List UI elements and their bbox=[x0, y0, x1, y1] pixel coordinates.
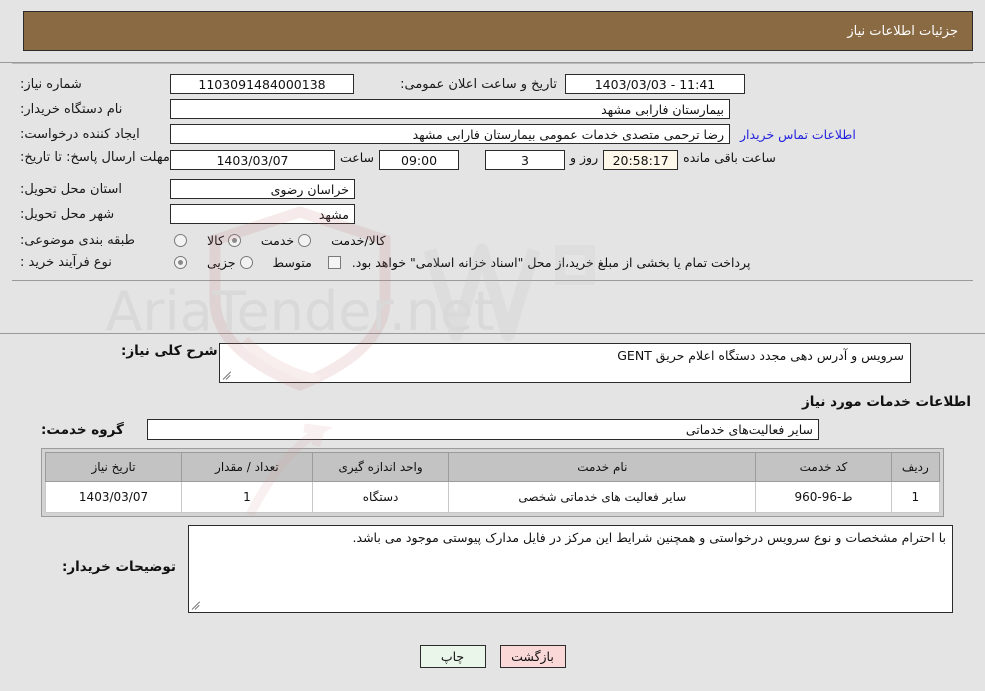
services-heading: اطلاعات خدمات مورد نیاز bbox=[801, 394, 971, 410]
button-bar: بازگشت چاپ bbox=[0, 645, 985, 668]
classification-option-1-label: خدمت bbox=[260, 233, 295, 248]
process-option-1-label: متوسط bbox=[272, 255, 312, 270]
cell-service-code: ط-96-960 bbox=[755, 481, 892, 513]
services-table-wrapper: ردیف کد خدمت نام خدمت واحد اندازه گیری ت… bbox=[41, 448, 944, 517]
general-description-textarea[interactable]: سرویس و آدرس دهی مجدد دستگاه اعلام حریق … bbox=[219, 343, 911, 383]
services-panel: سرویس و آدرس دهی مجدد دستگاه اعلام حریق … bbox=[0, 333, 985, 614]
row-province: خراسان رضوی استان محل تحویل: bbox=[12, 171, 973, 200]
cell-unit: دستگاه bbox=[311, 481, 450, 513]
classification-option-2-label: کالا/خدمت bbox=[331, 233, 386, 248]
row-city: مشهد شهر محل تحویل: bbox=[12, 200, 973, 225]
classification-radio-khedmat[interactable] bbox=[227, 234, 241, 247]
table-row: 1 ط-96-960 سایر فعالیت های خدماتی شخصی د… bbox=[44, 481, 941, 513]
cell-quantity: 1 bbox=[181, 481, 313, 513]
need-number-label: شماره نیاز: bbox=[20, 76, 82, 92]
countdown-suffix: ساعت باقی مانده bbox=[683, 150, 776, 165]
col-header-row-no: ردیف bbox=[890, 452, 941, 482]
treasury-checkbox-label: پرداخت تمام یا بخشی از مبلغ خرید،از محل … bbox=[351, 255, 751, 270]
city-label: شهر محل تحویل: bbox=[20, 206, 115, 222]
row-deadline: ساعت باقی مانده 20:58:17 روز و 3 09:00 س… bbox=[12, 145, 973, 171]
resize-handle-icon bbox=[222, 371, 232, 381]
city-value: مشهد bbox=[170, 204, 355, 224]
print-button[interactable]: چاپ bbox=[419, 645, 486, 668]
announce-datetime-label: تاریخ و ساعت اعلان عمومی: bbox=[400, 76, 557, 92]
deadline-time-value: 09:00 bbox=[379, 150, 460, 170]
row-creator: اطلاعات تماس خریدار رضا ترحمی متصدی خدما… bbox=[12, 120, 973, 145]
page-header: جزئیات اطلاعات نیاز bbox=[23, 11, 973, 51]
announce-datetime-value: 11:41 - 1403/03/03 bbox=[565, 74, 745, 94]
col-header-unit: واحد اندازه گیری bbox=[311, 452, 450, 482]
row-process-type: پرداخت تمام یا بخشی از مبلغ خرید،از محل … bbox=[12, 249, 973, 276]
need-number-value: 1103091484000138 bbox=[170, 74, 354, 94]
province-label: استان محل تحویل: bbox=[20, 181, 122, 197]
process-option-0-label: جزیی bbox=[207, 255, 236, 270]
col-header-service-name: نام خدمت bbox=[448, 452, 757, 482]
resize-handle-icon bbox=[191, 601, 201, 611]
process-label: نوع فرآیند خرید : bbox=[20, 255, 112, 270]
col-header-need-date: تاریخ نیاز bbox=[44, 452, 183, 482]
buyer-org-value: بیمارستان فارابی مشهد bbox=[170, 99, 730, 119]
classification-option-0-label: کالا bbox=[207, 233, 224, 248]
col-header-service-code: کد خدمت bbox=[755, 452, 892, 482]
creator-label: ایجاد کننده درخواست: bbox=[20, 126, 140, 142]
cell-need-date: 1403/03/07 bbox=[44, 481, 183, 513]
creator-value: رضا ترحمی متصدی خدمات عمومی بیمارستان فا… bbox=[170, 124, 730, 144]
deadline-time-label: ساعت bbox=[340, 150, 375, 165]
buyer-contact-link[interactable]: اطلاعات تماس خریدار bbox=[730, 127, 856, 142]
need-info-panel: 11:41 - 1403/03/03 تاریخ و ساعت اعلان عم… bbox=[0, 62, 985, 281]
days-word: روز و bbox=[570, 150, 599, 165]
services-table: ردیف کد خدمت نام خدمت واحد اندازه گیری ت… bbox=[44, 452, 941, 513]
general-description-value: سرویس و آدرس دهی مجدد دستگاه اعلام حریق … bbox=[617, 348, 904, 363]
cell-service-name: سایر فعالیت های خدماتی شخصی bbox=[448, 481, 757, 513]
classification-label: طبقه بندی موضوعی: bbox=[20, 233, 136, 248]
classification-radio-kala-khedmat[interactable] bbox=[298, 234, 312, 247]
days-remaining-value: 3 bbox=[485, 150, 566, 170]
deadline-date-value: 1403/03/07 bbox=[170, 150, 335, 170]
treasury-checkbox[interactable] bbox=[327, 256, 341, 269]
countdown-value: 20:58:17 bbox=[603, 150, 679, 170]
table-header-row: ردیف کد خدمت نام خدمت واحد اندازه گیری ت… bbox=[44, 452, 941, 482]
buyer-org-label: نام دستگاه خریدار: bbox=[20, 101, 123, 117]
col-header-quantity: تعداد / مقدار bbox=[181, 452, 313, 482]
classification-radio-kala[interactable] bbox=[174, 234, 187, 247]
row-need-number: 11:41 - 1403/03/03 تاریخ و ساعت اعلان عم… bbox=[12, 70, 973, 95]
deadline-label: مهلت ارسال پاسخ: تا تاریخ: bbox=[20, 150, 170, 165]
process-radio-jozii[interactable] bbox=[174, 256, 187, 269]
row-description: سرویس و آدرس دهی مجدد دستگاه اعلام حریق … bbox=[12, 342, 973, 384]
row-buyer-notes: با احترام مشخصات و نوع سرویس درخواستی و … bbox=[12, 517, 973, 614]
page-root: AriaTender.net جزئیات اطلاعات نیاز 11:41… bbox=[0, 0, 985, 691]
row-service-group: سایر فعالیت‌های خدماتی گروه خدمت: bbox=[12, 418, 973, 448]
page-title: جزئیات اطلاعات نیاز bbox=[847, 23, 958, 39]
process-radio-motavaset[interactable] bbox=[239, 256, 253, 269]
buyer-notes-label: توضیحات خریدار: bbox=[62, 559, 176, 575]
province-value: خراسان رضوی bbox=[170, 179, 355, 199]
general-description-label: شرح کلی نیاز: bbox=[121, 343, 218, 359]
back-button[interactable]: بازگشت bbox=[499, 645, 566, 668]
row-buyer-org: بیمارستان فارابی مشهد نام دستگاه خریدار: bbox=[12, 95, 973, 120]
cell-row-no: 1 bbox=[890, 481, 941, 513]
service-group-label: گروه خدمت: bbox=[41, 421, 124, 438]
buyer-notes-textarea[interactable]: با احترام مشخصات و نوع سرویس درخواستی و … bbox=[188, 525, 953, 613]
service-group-value: سایر فعالیت‌های خدماتی bbox=[147, 419, 819, 440]
buyer-notes-value: با احترام مشخصات و نوع سرویس درخواستی و … bbox=[352, 530, 946, 545]
row-classification: کالا/خدمت خدمت کالا طبقه بندی موضوعی: bbox=[12, 225, 973, 249]
